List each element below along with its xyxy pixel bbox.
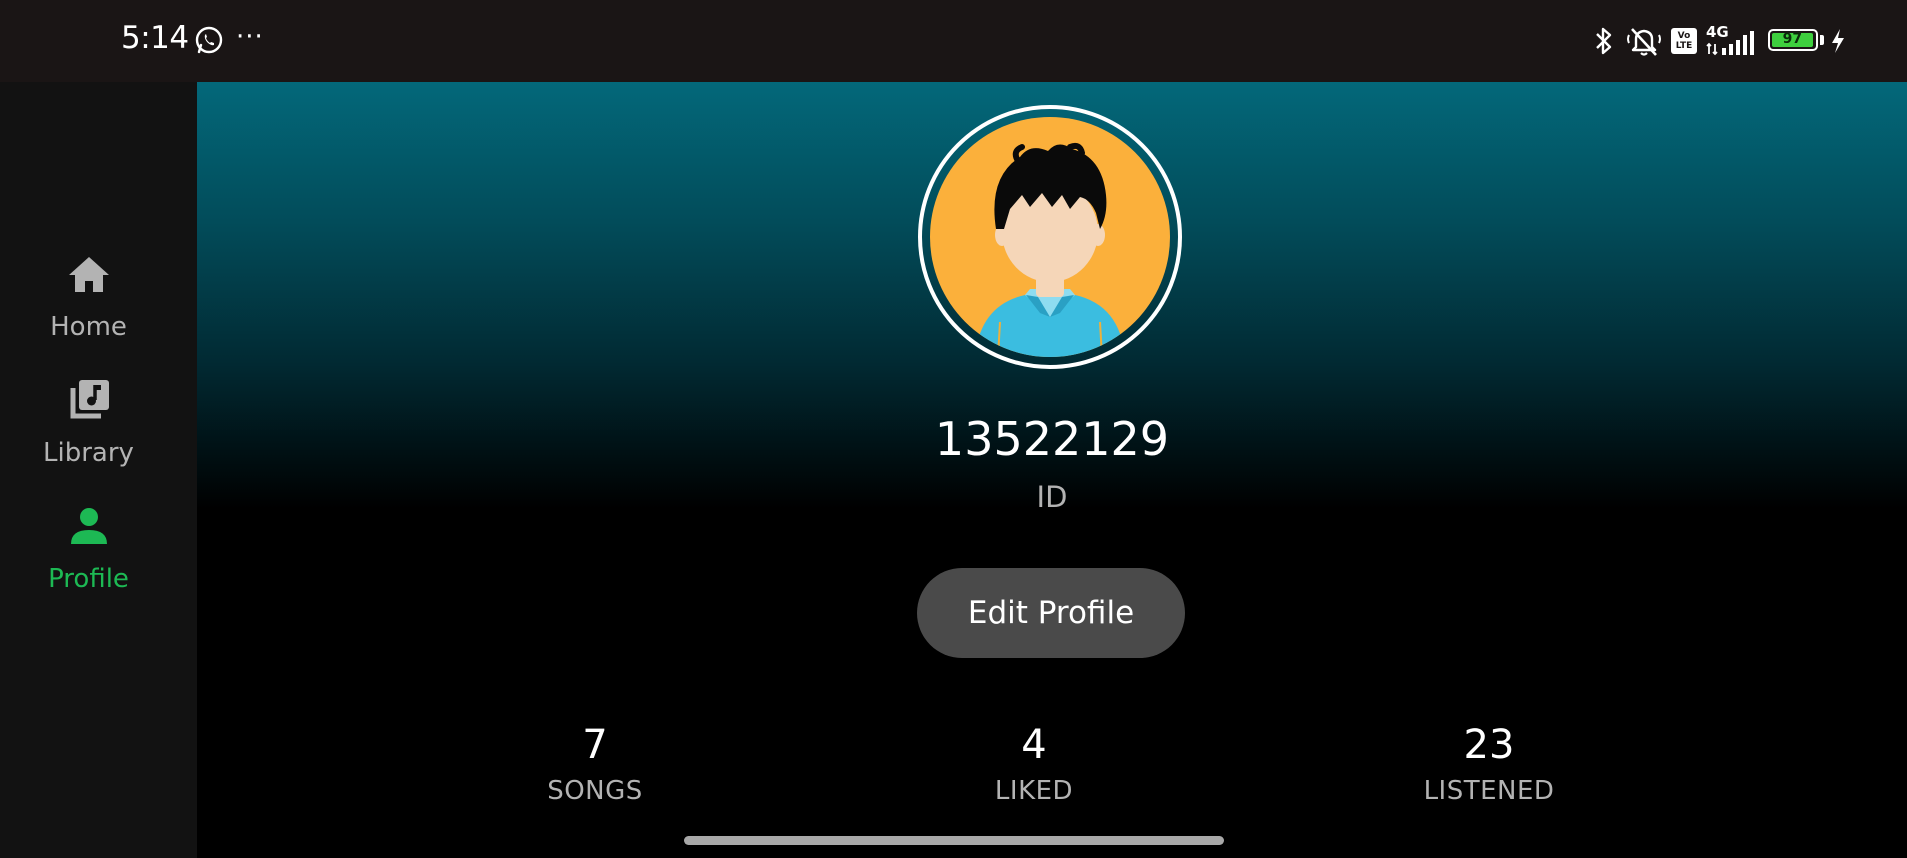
stat-value: 23 (1463, 722, 1515, 768)
silent-icon (1627, 28, 1661, 56)
sidebar-nav: Home Library Profile (0, 82, 197, 858)
stat-liked: 4 LIKED (904, 722, 1164, 806)
sidebar-item-label: Home (50, 312, 127, 342)
stat-label: LISTENED (1423, 776, 1555, 806)
profile-username: 13522129 (934, 412, 1170, 466)
bluetooth-icon (1596, 27, 1612, 55)
status-time: 5:14 (121, 20, 189, 56)
sidebar-item-label: Library (43, 438, 134, 468)
stat-listened: 23 LISTENED (1359, 722, 1619, 806)
stat-value: 4 (1021, 722, 1047, 768)
battery-level: 97 (1782, 31, 1803, 47)
library-icon (70, 380, 109, 419)
sidebar-item-label: Profile (48, 564, 129, 594)
status-bar: 5:14 ··· Vo LTE 4G 97 (0, 0, 1907, 82)
profile-main: 13522129 ID Edit Profile 7 SONGS 4 LIKED… (197, 82, 1907, 858)
avatar-illustration (975, 142, 1125, 357)
profile-icon (70, 508, 107, 544)
battery-nub (1820, 35, 1824, 45)
profile-id-label: ID (1036, 480, 1068, 514)
whatsapp-icon (195, 26, 223, 54)
home-icon (68, 257, 109, 292)
app-screen: 5:14 ··· Vo LTE 4G 97 Home Library Profi… (0, 0, 1907, 858)
volte-icon: Vo LTE (1671, 28, 1697, 54)
avatar[interactable] (918, 105, 1182, 369)
signal-icon (1706, 31, 1754, 56)
sidebar-item-home[interactable]: Home (0, 250, 177, 342)
more-notifications-indicator: ··· (236, 22, 264, 52)
edit-profile-button[interactable]: Edit Profile (917, 568, 1185, 658)
battery-icon: 97 (1768, 29, 1818, 51)
stat-songs: 7 SONGS (465, 722, 725, 806)
stat-label: SONGS (547, 776, 643, 806)
sidebar-item-profile[interactable]: Profile (0, 502, 177, 594)
gesture-home-bar[interactable] (684, 836, 1224, 845)
sidebar-item-library[interactable]: Library (0, 376, 177, 468)
stat-value: 7 (582, 722, 608, 768)
avatar-image (930, 117, 1170, 357)
charging-icon (1832, 29, 1844, 53)
stat-label: LIKED (994, 776, 1074, 806)
